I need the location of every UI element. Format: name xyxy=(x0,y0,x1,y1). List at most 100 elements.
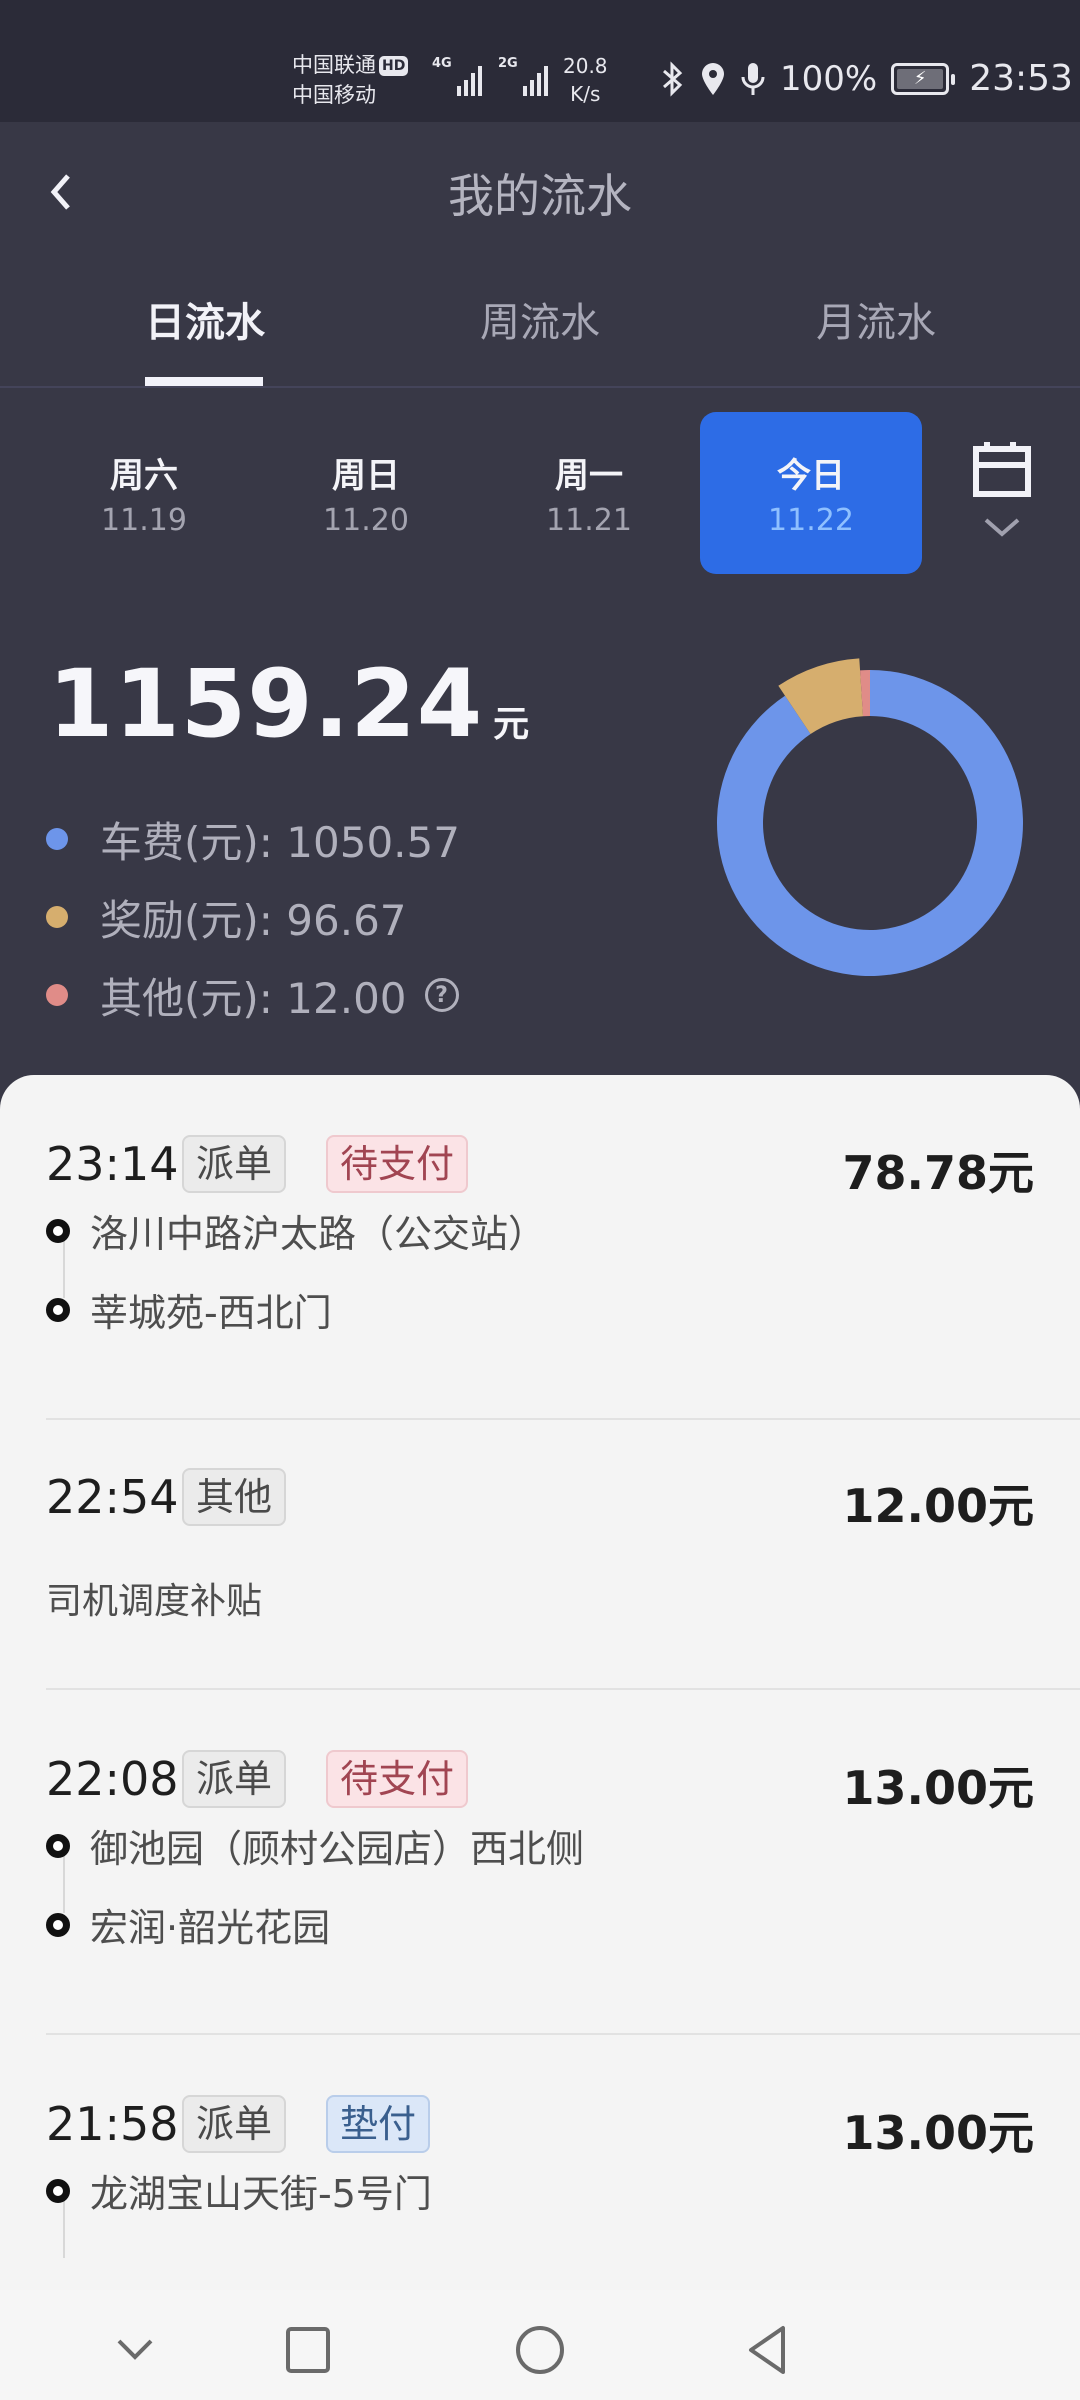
network-type-2: 2G xyxy=(498,56,518,71)
network-type-1: 4G xyxy=(432,56,452,71)
recents-button[interactable] xyxy=(268,2310,348,2390)
carrier-2: 中国移动 xyxy=(292,83,376,107)
speed-unit: K/s xyxy=(570,82,601,106)
day-date: 11.21 xyxy=(546,503,632,538)
order-note: 司机调度补贴 xyxy=(46,1581,263,1622)
dropoff-text: 莘城苑-西北门 xyxy=(90,1291,332,1335)
location-icon xyxy=(702,62,724,95)
total-earnings: 1159.24 元 xyxy=(48,650,529,759)
dropoff-pin-icon xyxy=(46,1297,70,1322)
pickup-address: 御池园（顾村公园店）西北侧 xyxy=(46,1818,584,1873)
collapse-icon xyxy=(117,2339,153,2360)
tag-dispatch: 派单 xyxy=(182,2095,287,2153)
order-time: 22:08 xyxy=(46,1752,179,1806)
bluetooth-icon xyxy=(663,60,683,97)
legend-bonus: 奖励(元): 96.67 xyxy=(40,878,460,956)
tab-weekly[interactable]: 周流水 xyxy=(440,290,640,348)
legend-dot-other xyxy=(46,984,68,1006)
legend-dot-bonus xyxy=(46,906,68,928)
carrier-1: 中国联通 xyxy=(292,53,376,77)
dropoff-address: 宏润·韶光花园 xyxy=(46,1897,330,1952)
day-name: 周六 xyxy=(110,456,178,496)
network-speed: 20.8 K/s xyxy=(563,52,608,108)
earnings-donut-chart xyxy=(717,658,1023,976)
tag-dispatch: 派单 xyxy=(182,1750,287,1808)
legend-other: 其他(元): 12.00 ? xyxy=(40,956,460,1034)
day-name: 周日 xyxy=(332,456,400,496)
day-mon[interactable]: 周一 11.21 xyxy=(478,412,700,574)
order-time: 21:58 xyxy=(46,2097,179,2151)
collapse-button[interactable] xyxy=(95,2310,175,2390)
pickup-text: 洛川中路沪太路（公交站） xyxy=(90,1212,547,1256)
period-tabs: 日流水 周流水 月流水 xyxy=(0,262,1080,388)
order-time: 23:14 xyxy=(46,1137,179,1191)
order-amount: 12.00元 xyxy=(842,1479,1034,1533)
signal-icon-sim1: 4G xyxy=(432,56,482,96)
legend-fare: 车费(元): 1050.57 xyxy=(40,800,460,878)
day-today[interactable]: 今日 11.22 xyxy=(700,412,922,574)
day-date: 11.22 xyxy=(768,503,854,538)
tag-other: 其他 xyxy=(182,1468,287,1526)
day-name: 周一 xyxy=(555,456,623,496)
back-icon xyxy=(749,2326,785,2374)
list-item[interactable]: 23:14 派单 待支付 78.78元 洛川中路沪太路（公交站） 莘城苑-西北门 xyxy=(0,1075,1080,1420)
order-amount: 78.78元 xyxy=(842,1146,1034,1200)
tag-pending-payment: 待支付 xyxy=(326,1750,469,1808)
back-nav-button[interactable] xyxy=(728,2310,808,2390)
order-time: 22:54 xyxy=(46,1470,179,1524)
day-selector: 周六 11.19 周日 11.20 周一 11.21 今日 11.22 xyxy=(0,412,1080,576)
speed-value: 20.8 xyxy=(563,54,608,78)
status-bar: 中国联通 HD 中国移动 4G 2G 20.8 K/s 100% ⚡ 23:53 xyxy=(0,0,1080,122)
pickup-text: 龙湖宝山天街-5号门 xyxy=(90,2172,432,2216)
pickup-address: 龙湖宝山天街-5号门 xyxy=(46,2163,432,2218)
pickup-pin-icon xyxy=(46,1833,70,1858)
list-item[interactable]: 22:08 派单 待支付 13.00元 御池园（顾村公园店）西北侧 宏润·韶光花… xyxy=(0,1690,1080,2035)
earnings-legend: 车费(元): 1050.57 奖励(元): 96.67 其他(元): 12.00… xyxy=(40,800,460,1034)
total-unit: 元 xyxy=(493,704,530,745)
nav-bar: 我的流水 xyxy=(0,122,1080,262)
pickup-pin-icon xyxy=(46,2178,70,2203)
dropoff-pin-icon xyxy=(46,1912,70,1937)
dropoff-text: 宏润·韶光花园 xyxy=(90,1906,331,1950)
day-sat[interactable]: 周六 11.19 xyxy=(33,412,255,574)
tab-monthly[interactable]: 月流水 xyxy=(776,290,976,348)
help-icon[interactable]: ? xyxy=(424,978,459,1012)
tag-advance-payment: 垫付 xyxy=(326,2095,431,2153)
system-nav-bar xyxy=(0,2290,1080,2400)
microphone-icon xyxy=(741,62,765,95)
signal-icon-sim2: 2G xyxy=(498,56,548,96)
pickup-pin-icon xyxy=(46,1218,70,1243)
tag-dispatch: 派单 xyxy=(182,1135,287,1193)
transaction-list[interactable]: 23:14 派单 待支付 78.78元 洛川中路沪太路（公交站） 莘城苑-西北门… xyxy=(0,1075,1080,2400)
chevron-down-icon xyxy=(984,518,1020,537)
pickup-address: 洛川中路沪太路（公交站） xyxy=(46,1203,546,1258)
clock: 23:53 xyxy=(969,58,1073,99)
pickup-text: 御池园（顾村公园店）西北侧 xyxy=(90,1827,585,1871)
carrier-info: 中国联通 HD 中国移动 xyxy=(292,50,409,110)
day-date: 11.19 xyxy=(101,503,187,538)
home-button[interactable] xyxy=(500,2310,580,2390)
day-date: 11.20 xyxy=(323,503,409,538)
tag-pending-payment: 待支付 xyxy=(326,1135,469,1193)
calendar-button[interactable] xyxy=(970,440,1034,550)
calendar-icon xyxy=(973,442,1031,497)
legend-label: 奖励(元): 96.67 xyxy=(100,895,407,945)
battery-charging-icon: ⚡ xyxy=(891,62,956,95)
home-icon xyxy=(516,2326,564,2374)
order-amount: 13.00元 xyxy=(842,1761,1034,1815)
list-item[interactable]: 22:54 其他 12.00元 司机调度补贴 xyxy=(0,1420,1080,1690)
hd-badge: HD xyxy=(379,56,409,76)
tab-daily[interactable]: 日流水 xyxy=(105,290,305,348)
day-sun[interactable]: 周日 11.20 xyxy=(255,412,477,574)
day-name: 今日 xyxy=(777,456,845,496)
recents-icon xyxy=(286,2327,330,2373)
dropoff-address: 莘城苑-西北门 xyxy=(46,1282,332,1337)
active-tab-indicator xyxy=(145,377,263,386)
legend-label: 其他(元): 12.00 xyxy=(100,973,407,1023)
order-amount: 13.00元 xyxy=(842,2106,1034,2160)
battery-percent: 100% xyxy=(780,58,878,99)
total-amount: 1159.24 xyxy=(48,650,484,759)
page-title: 我的流水 xyxy=(448,169,632,223)
legend-dot-fare xyxy=(46,828,68,850)
legend-label: 车费(元): 1050.57 xyxy=(100,817,460,867)
